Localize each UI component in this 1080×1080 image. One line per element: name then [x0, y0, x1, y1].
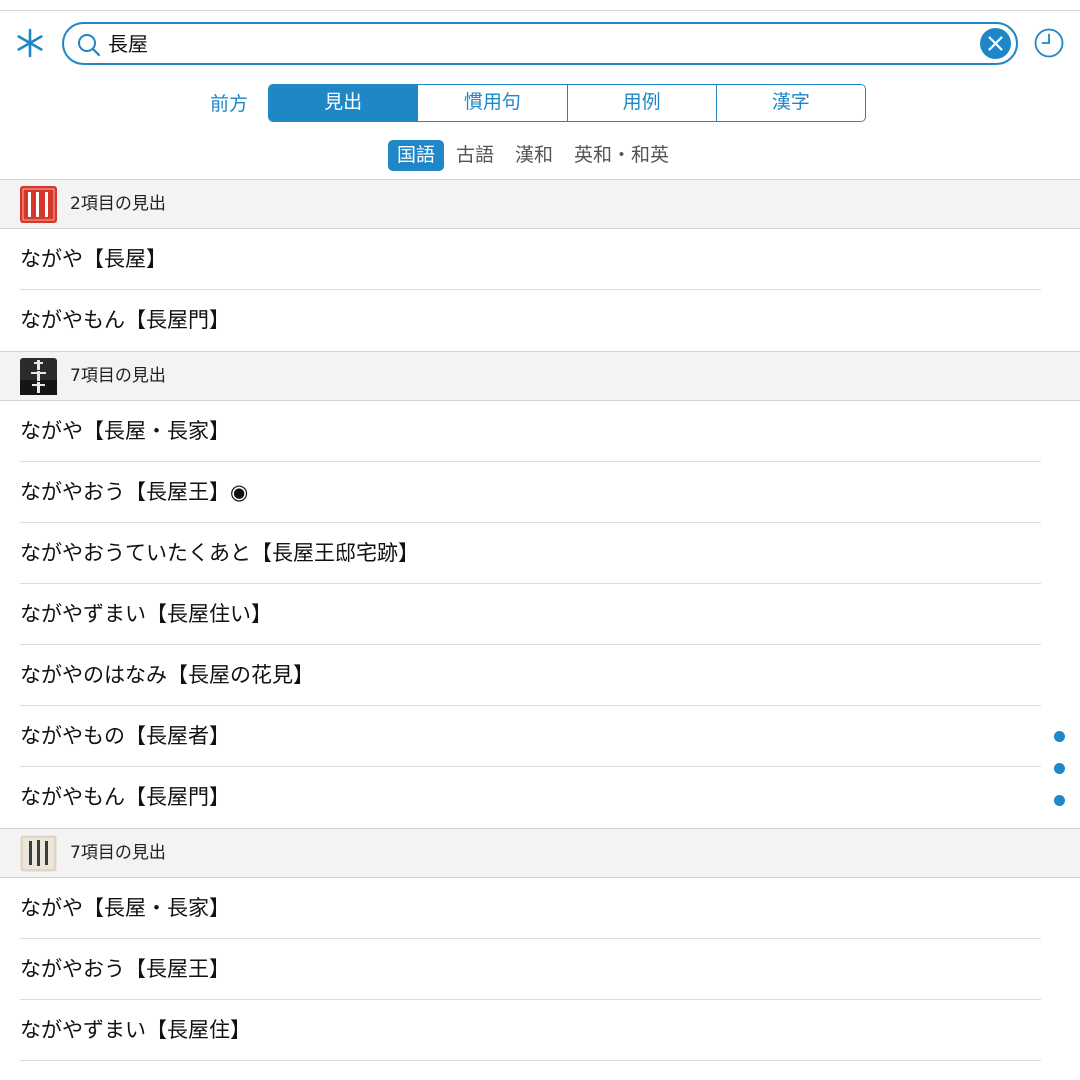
- dictionary-tab-2[interactable]: 古語: [447, 140, 503, 171]
- entry-headword: ながやずまい【長屋住い】: [20, 602, 272, 626]
- result-list: 2項目の見出 ながや【長屋】 ながやもん【長屋門】 7項目の見出 ながや【長屋・長家】な…: [0, 179, 1080, 1061]
- clear-search-button[interactable]: [980, 28, 1011, 59]
- section-count-label: 2項目の見出: [70, 194, 166, 214]
- entry-headword: ながやのはなみ【長屋の花見】: [20, 663, 314, 687]
- search-mode-prefix-label[interactable]: 前方: [190, 92, 268, 116]
- entry-headword: ながや【長屋・長家】: [20, 419, 230, 443]
- list-item[interactable]: ながやもん【長屋門】: [0, 767, 1080, 828]
- list-item[interactable]: ながやもの【長屋者】: [0, 706, 1080, 767]
- asterisk-menu-icon[interactable]: [14, 27, 46, 59]
- section-count-label: 7項目の見出: [70, 366, 166, 386]
- dictionary-tab-4[interactable]: 英和・和英: [565, 140, 678, 171]
- entry-headword: ながや【長屋】: [20, 247, 167, 271]
- entry-headword: ながやおう【長屋王】◉: [20, 480, 249, 504]
- row-divider: [20, 1060, 1041, 1061]
- section-header: 7項目の見出: [0, 351, 1080, 401]
- list-item[interactable]: ながや【長屋・長家】: [0, 878, 1080, 939]
- segment-2[interactable]: 慣用句: [417, 85, 566, 121]
- list-item[interactable]: ながやもん【長屋門】: [0, 290, 1080, 351]
- list-item[interactable]: ながやおうていたくあと【長屋王邸宅跡】: [0, 523, 1080, 584]
- search-icon: [78, 34, 101, 57]
- dictionary-category-tabs: 国語 古語 漢和 英和・和英: [388, 140, 681, 171]
- page-dot[interactable]: [1054, 731, 1065, 742]
- list-item[interactable]: ながやおう【長屋王】◉: [0, 462, 1080, 523]
- page-dot[interactable]: [1054, 795, 1065, 806]
- list-item[interactable]: ながやのはなみ【長屋の花見】: [0, 645, 1080, 706]
- history-clock-icon[interactable]: [1033, 27, 1065, 59]
- segment-1[interactable]: 見出: [269, 85, 418, 121]
- entry-headword: ながやおう【長屋王】: [20, 957, 230, 981]
- entry-headword: ながやおうていたくあと【長屋王邸宅跡】: [20, 541, 419, 565]
- entry-headword: ながやもの【長屋者】: [20, 724, 230, 748]
- list-item[interactable]: ながやずまい【長屋住い】: [0, 584, 1080, 645]
- entry-headword: ながや【長屋・長家】: [20, 896, 230, 920]
- entry-headword: ながやもん【長屋門】: [20, 308, 230, 332]
- search-type-segmented-control: 見出 慣用句 用例 漢字: [268, 84, 866, 122]
- list-item[interactable]: ながやずまい【長屋住】: [0, 1000, 1080, 1061]
- list-item[interactable]: ながや【長屋・長家】: [0, 401, 1080, 462]
- section-header: 2項目の見出: [0, 179, 1080, 229]
- search-input[interactable]: 長屋: [108, 31, 148, 57]
- dictionary-tab-3[interactable]: 漢和: [506, 140, 562, 171]
- segment-3[interactable]: 用例: [566, 85, 716, 121]
- page-dot[interactable]: [1054, 763, 1065, 774]
- segment-4[interactable]: 漢字: [715, 85, 865, 121]
- close-icon: [988, 36, 1003, 51]
- page-indicator[interactable]: [1054, 731, 1066, 827]
- entry-headword: ながやもん【長屋門】: [20, 785, 230, 809]
- search-field[interactable]: 長屋: [62, 22, 1018, 65]
- top-divider: [0, 10, 1080, 11]
- list-item[interactable]: ながやおう【長屋王】: [0, 939, 1080, 1000]
- section-count-label: 7項目の見出: [70, 843, 166, 863]
- section-header: 7項目の見出: [0, 828, 1080, 878]
- list-item[interactable]: ながや【長屋】: [0, 229, 1080, 290]
- dictionary-tab-1[interactable]: 国語: [388, 140, 445, 171]
- entry-headword: ながやずまい【長屋住】: [20, 1018, 251, 1042]
